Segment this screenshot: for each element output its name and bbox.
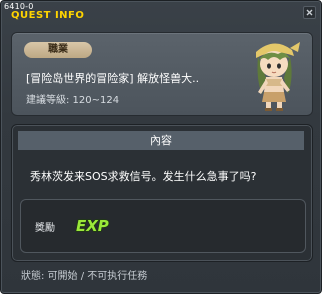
quest-status: 狀態: 可開始 / 不可执行任務	[21, 271, 148, 282]
exp-icon: EXP	[75, 216, 109, 235]
quest-content-panel: 內容 秀林茨发来SOS求救信号。发生什么急事了吗? 獎勵 EXP	[11, 124, 313, 262]
exp-icon-text: EXP	[76, 217, 109, 235]
reward-label: 獎勵	[35, 223, 55, 234]
window-title: QUEST INFO	[11, 10, 85, 21]
recommended-level: 建議等級: 120~124	[26, 95, 120, 106]
reward-box: 獎勵 EXP	[20, 199, 306, 253]
npc-portrait-icon	[256, 42, 300, 111]
close-button[interactable]	[303, 6, 316, 19]
quest-info-window: 6410-0 QUEST INFO 職業 [冒险岛世界的冒险家] 解放怪兽大..…	[0, 0, 322, 294]
content-header: 內容	[18, 131, 304, 150]
job-badge: 職業	[24, 42, 92, 58]
quest-title: [冒险岛世界的冒险家] 解放怪兽大..	[26, 72, 200, 85]
quest-summary-panel: 職業 [冒险岛世界的冒险家] 解放怪兽大.. 建議等級: 120~124	[11, 32, 313, 116]
quest-description: 秀林茨发来SOS求救信号。发生什么急事了吗?	[30, 170, 257, 183]
close-icon	[306, 9, 313, 16]
